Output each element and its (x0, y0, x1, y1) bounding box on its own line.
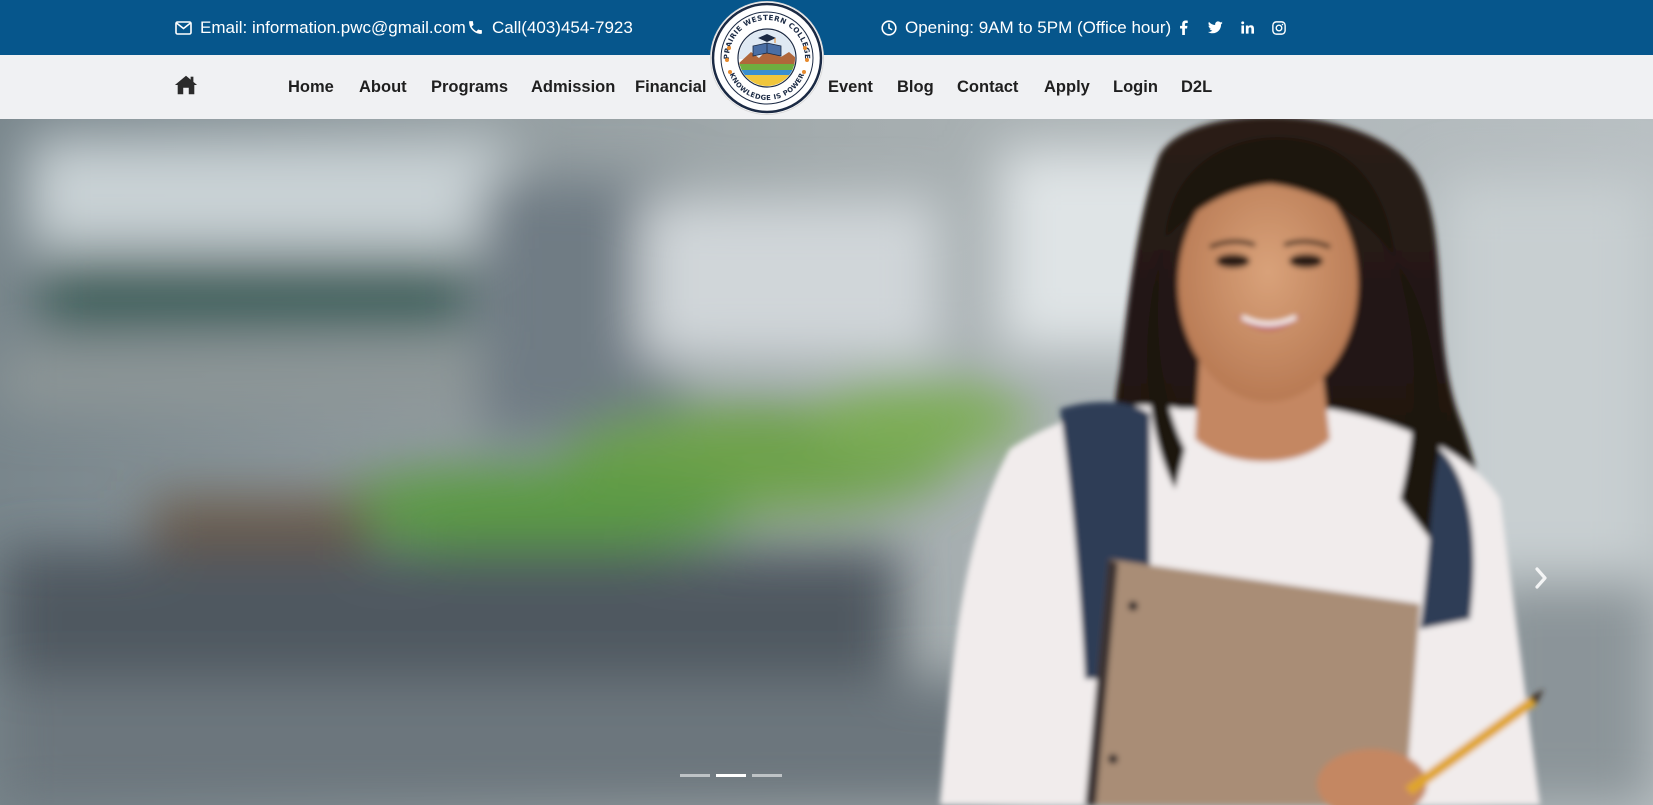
nav-contact[interactable]: Contact (957, 55, 1018, 119)
nav-home[interactable]: Home (288, 55, 334, 119)
top-info-bar: Email: information.pwc@gmail.com Call(40… (0, 0, 1653, 55)
nav-d2l[interactable]: D2L (1181, 55, 1212, 119)
nav-event[interactable]: Event (828, 55, 873, 119)
facebook-link[interactable] (1172, 0, 1194, 55)
phone-contact[interactable]: Call(403)454-7923 (467, 0, 633, 55)
twitter-link[interactable] (1204, 0, 1226, 55)
hero-background-image (0, 119, 1653, 805)
carousel-indicators (680, 774, 782, 777)
nav-apply[interactable]: Apply (1044, 55, 1090, 119)
clock-icon (881, 19, 897, 36)
envelope-icon (175, 20, 192, 35)
hero-carousel (0, 119, 1653, 805)
home-icon[interactable] (174, 74, 198, 96)
nav-login[interactable]: Login (1113, 55, 1158, 119)
instagram-icon (1272, 20, 1286, 35)
nav-blog[interactable]: Blog (897, 55, 934, 119)
college-logo[interactable]: PRAIRIE WESTERN COLLEGE KNOWLEDGE IS POW… (711, 2, 823, 114)
phone-text: Call(403)454-7923 (492, 17, 633, 37)
chevron-right-icon (1535, 567, 1547, 589)
nav-programs[interactable]: Programs (431, 55, 508, 119)
office-hours: Opening: 9AM to 5PM (Office hour) (881, 0, 1171, 55)
instagram-link[interactable] (1268, 0, 1290, 55)
hours-text: Opening: 9AM to 5PM (Office hour) (905, 17, 1172, 37)
carousel-indicator[interactable] (752, 774, 782, 777)
linkedin-link[interactable] (1236, 0, 1258, 55)
email-contact[interactable]: Email: information.pwc@gmail.com (175, 0, 466, 55)
linkedin-icon (1240, 21, 1254, 34)
twitter-icon (1207, 21, 1223, 34)
carousel-next-button[interactable] (1527, 556, 1555, 600)
facebook-icon (1179, 20, 1188, 35)
phone-icon (469, 21, 482, 34)
college-seal: PRAIRIE WESTERN COLLEGE KNOWLEDGE IS POW… (711, 2, 823, 114)
email-text: Email: information.pwc@gmail.com (200, 17, 466, 37)
carousel-indicator[interactable] (680, 774, 710, 777)
nav-financial[interactable]: Financial (635, 55, 707, 119)
nav-admission[interactable]: Admission (531, 55, 615, 119)
nav-about[interactable]: About (359, 55, 407, 119)
main-navigation: Home About Programs Admission Financial … (0, 55, 1653, 119)
carousel-indicator-active[interactable] (716, 774, 746, 777)
